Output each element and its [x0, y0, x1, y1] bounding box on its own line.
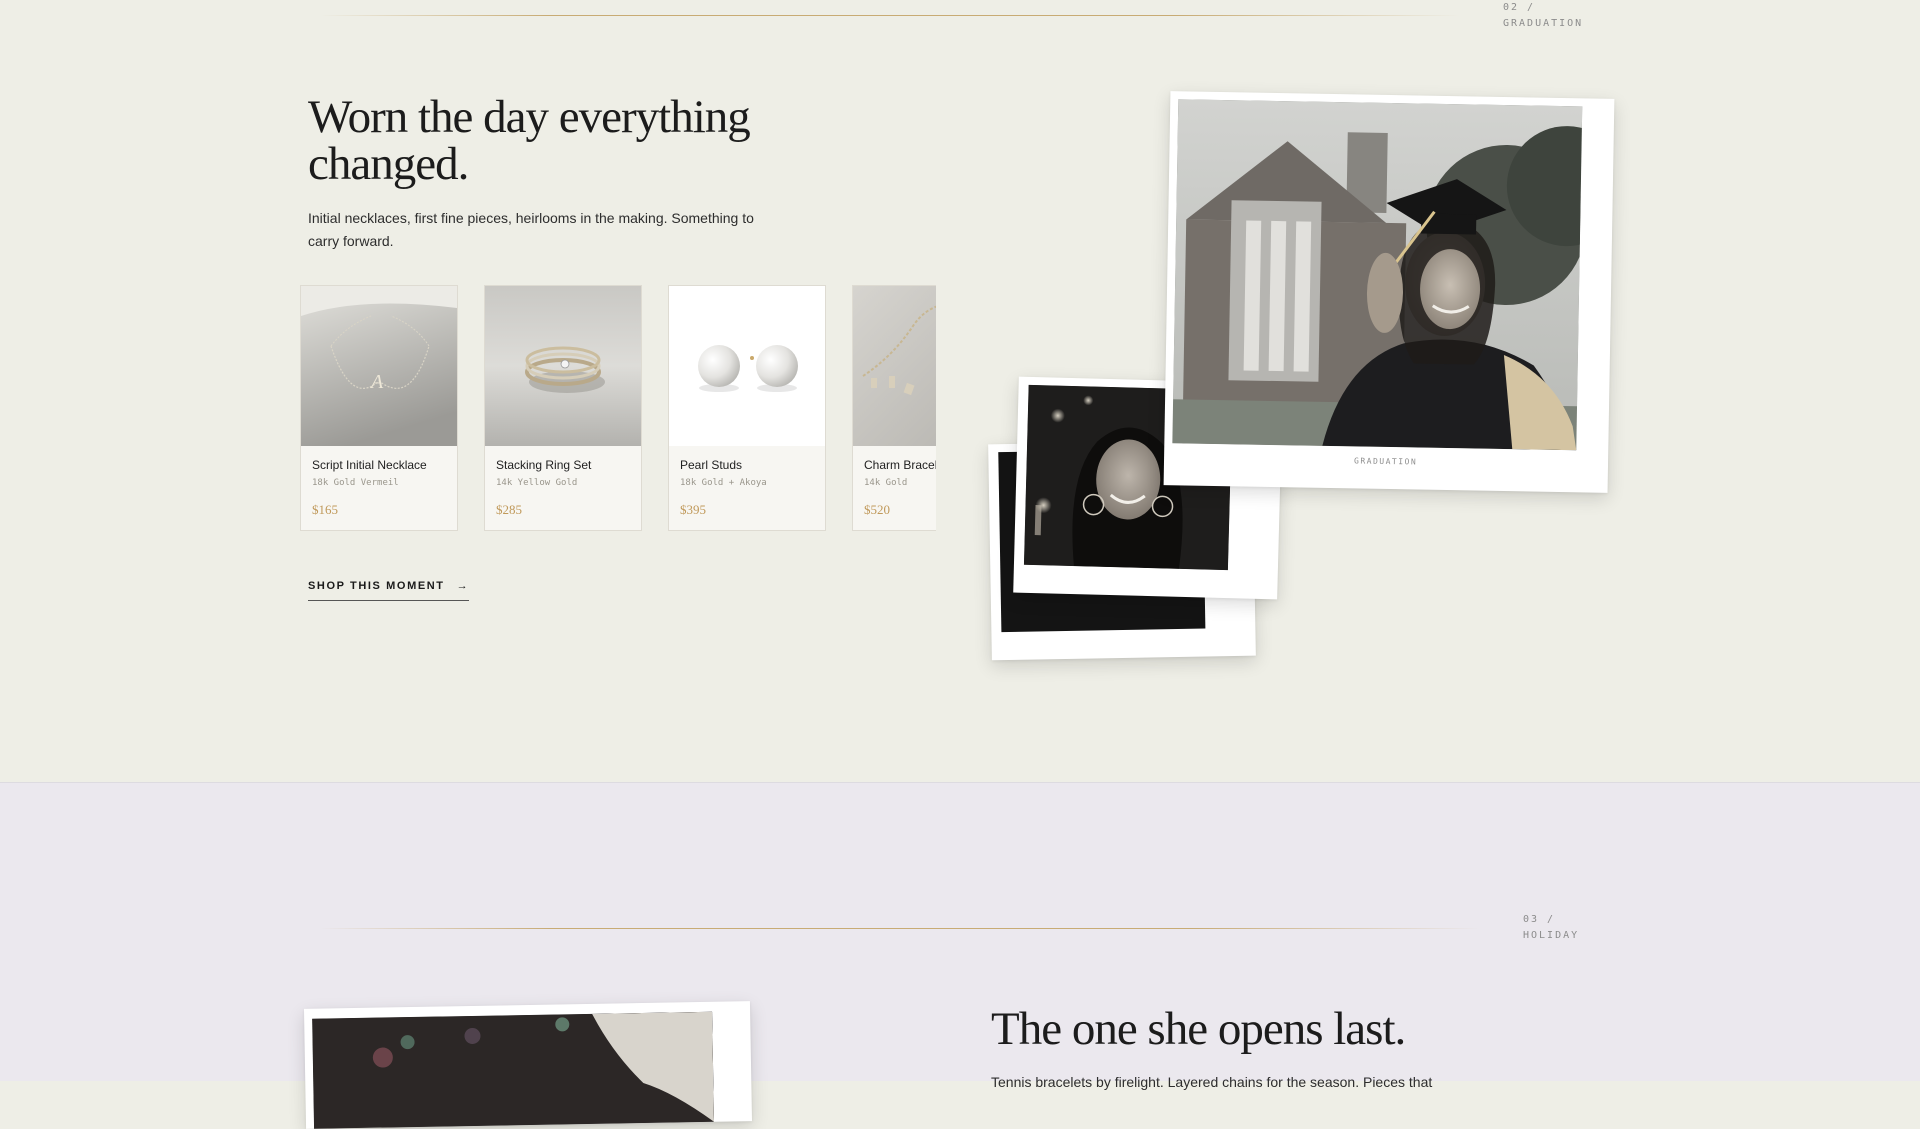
holiday-section: 03 / HOLIDAY The one she opens last. Ten…	[0, 782, 1920, 1129]
product-image-necklace[interactable]: A	[301, 286, 457, 446]
polaroid-caption: GRADUATION	[1353, 456, 1418, 467]
polaroid-holiday	[303, 1001, 753, 1129]
shop-this-moment-link[interactable]: SHOP THIS MOMENT →	[308, 580, 470, 601]
section-headline: The one she opens last.	[991, 1003, 1406, 1055]
graduation-section: 02 / GRADUATION Worn the day everything …	[0, 0, 1920, 782]
product-image-bracelet[interactable]	[853, 286, 936, 446]
section-label: 03 / HOLIDAY	[1523, 914, 1580, 941]
arrow-right-icon: →	[456, 580, 470, 592]
polaroid-graduation: GRADUATION	[1163, 91, 1615, 493]
product-card[interactable]: Charm Bracelet 14k Gold $520	[852, 285, 936, 531]
section-description: Tennis bracelets by firelight. Layered c…	[991, 1074, 1433, 1090]
section-headline: Worn the day everything changed.	[308, 91, 751, 190]
section-description: Initial necklaces, first fine pieces, he…	[308, 210, 754, 249]
product-card[interactable]: Stacking Ring Set 14k Yellow Gold $285	[484, 285, 642, 531]
section-divider	[320, 928, 1480, 929]
holiday-photo	[312, 1011, 715, 1129]
section-divider	[320, 15, 1460, 16]
section-label: 02 / GRADUATION	[1503, 2, 1584, 29]
product-card[interactable]: Pearl Studs 18k Gold + Akoya $395	[668, 285, 826, 531]
product-card[interactable]: A Script Initial Necklace 18k Gold Verme…	[300, 285, 458, 531]
product-image-rings[interactable]	[485, 286, 641, 446]
svg-text:A: A	[369, 371, 384, 393]
graduation-photo	[1172, 99, 1583, 451]
product-image-pearls[interactable]	[669, 286, 825, 446]
product-carousel[interactable]: A Script Initial Necklace 18k Gold Verme…	[300, 285, 936, 535]
